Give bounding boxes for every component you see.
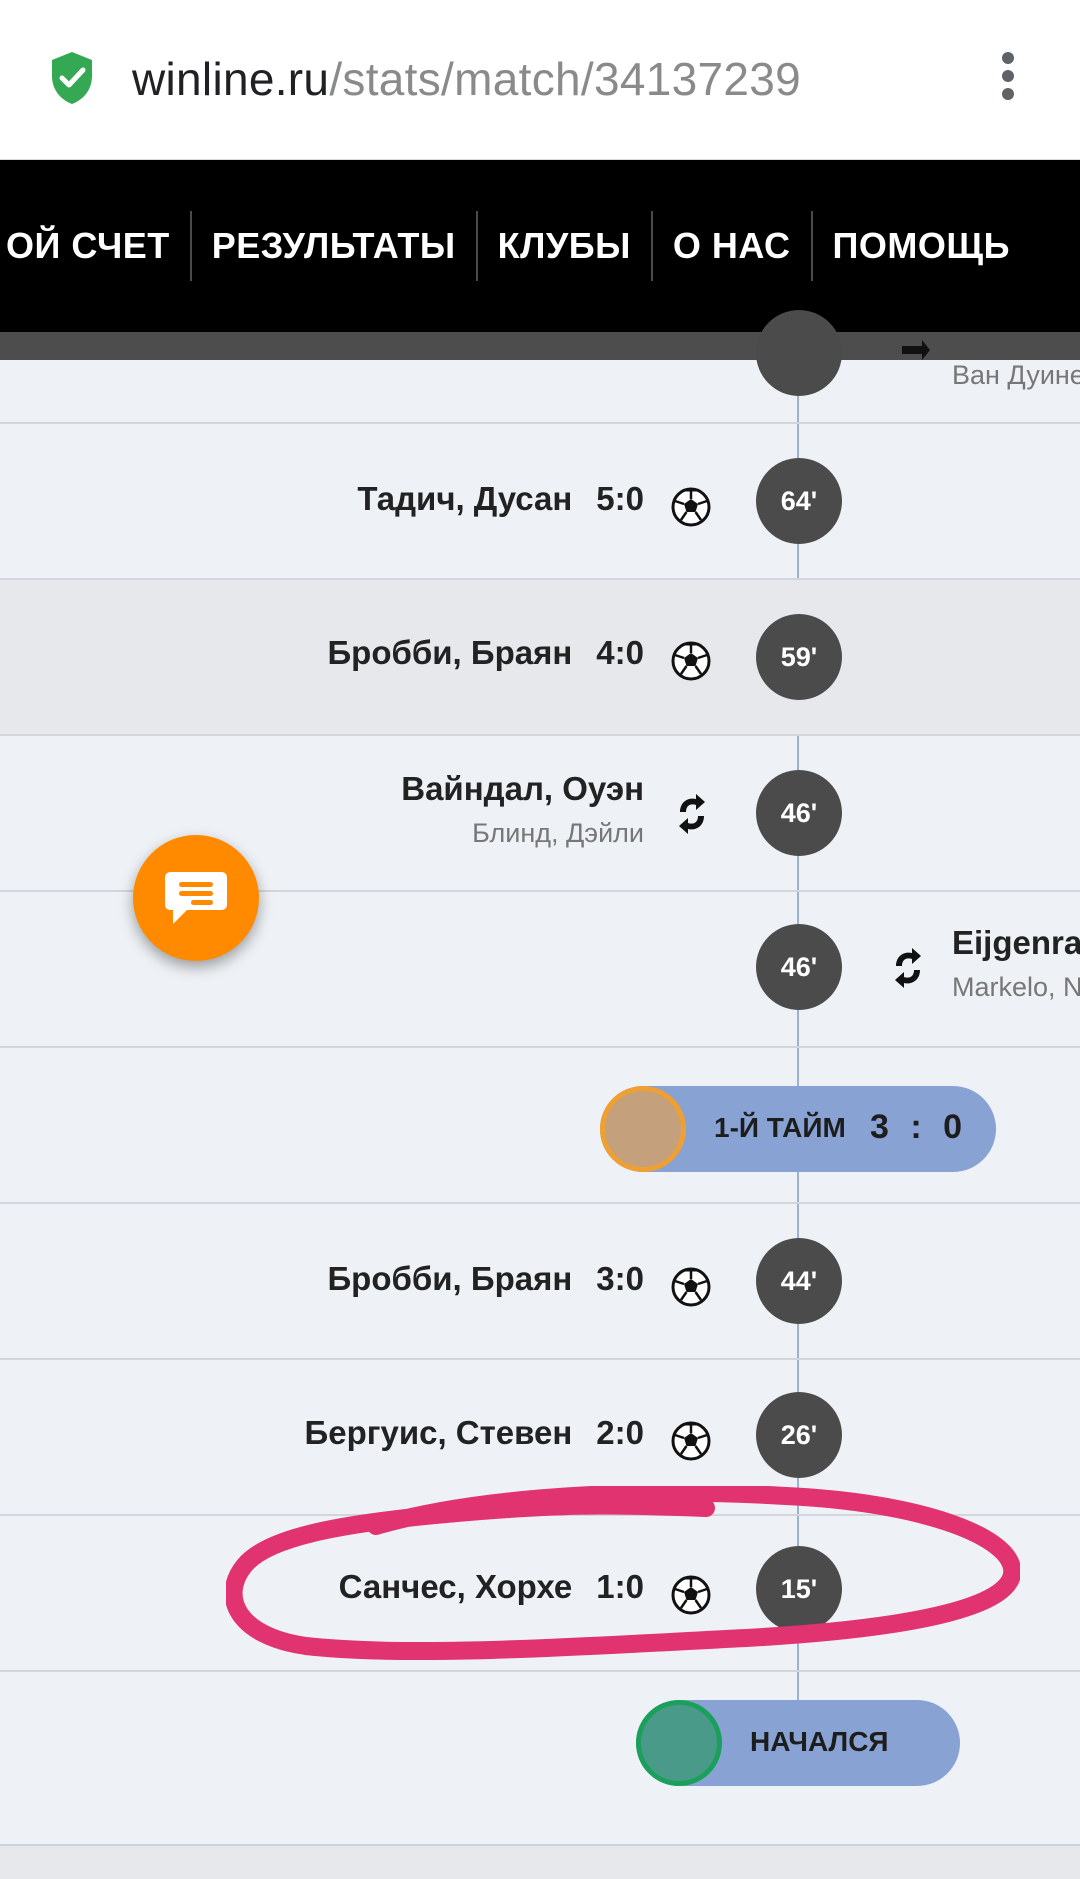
player-name: Санчес, Хорхе (338, 1568, 573, 1605)
substitution-icon (888, 946, 928, 990)
soccer-ball-icon (670, 1266, 712, 1308)
nav-item-about[interactable]: О НАС (653, 160, 811, 332)
kickoff-label: НАЧАЛСЯ (750, 1726, 889, 1757)
halftime-pill: 1-Й ТАЙМ 3 : 0 (600, 1086, 996, 1172)
event-score: 2:0 (596, 1414, 644, 1451)
halftime-away: 0 (943, 1108, 969, 1146)
minute-bubble: 15' (756, 1546, 842, 1632)
substitution-icon (902, 340, 930, 360)
minute-bubble: 44' (756, 1238, 842, 1324)
timeline-row[interactable]: Бергуис, Стевен 2:0 26' (0, 1360, 1080, 1516)
shield-check-icon (52, 52, 92, 104)
substitution-out-name: Ван Дуине (952, 360, 1080, 390)
event-player: Тадич, Дусан 5:0 (357, 480, 644, 518)
substitution-out-name: Блинд, Дэйли (472, 818, 644, 848)
minute-bubble: 64' (756, 458, 842, 544)
bottom-strip (0, 1844, 1080, 1879)
event-score: 4:0 (596, 634, 644, 671)
halftime-home: 3 (870, 1108, 895, 1146)
soccer-ball-icon (670, 640, 712, 682)
page: winline.ru/stats/match/34137239 ОЙ СЧЕТ … (0, 0, 1080, 1879)
nav-item-clubs[interactable]: КЛУБЫ (478, 160, 651, 332)
player-name: Бергуис, Стевен (304, 1414, 573, 1451)
match-timeline: Ван Дуине Тадич, Дусан 5:0 64' Бробби, Бр… (0, 310, 1080, 1844)
halftime-sep: : (910, 1108, 928, 1146)
event-player: Вайндал, Оуэн (401, 770, 644, 807)
minute-bubble: 26' (756, 1392, 842, 1478)
timeline-row[interactable]: Тадич, Дусан 5:0 64' (0, 424, 1080, 580)
timeline-row[interactable]: Бробби, Браян 4:0 59' (0, 580, 1080, 736)
halftime-indicator (600, 1086, 686, 1172)
timeline-row[interactable]: Санчес, Хорхе 1:0 15' (0, 1516, 1080, 1672)
timeline-row[interactable]: Бробби, Браян 3:0 44' (0, 1204, 1080, 1360)
halftime-row: 1-Й ТАЙМ 3 : 0 (0, 1048, 1080, 1204)
soccer-ball-icon (670, 1420, 712, 1462)
event-player: Eijgenraa (952, 924, 1080, 961)
event-player: Бергуис, Стевен 2:0 (305, 1414, 645, 1452)
substitution-out-name: Markelo, N (952, 972, 1080, 1002)
chat-icon (165, 872, 227, 924)
url-path: /stats/match/34137239 (329, 53, 802, 105)
kickoff-indicator (636, 1700, 722, 1786)
kebab-menu-icon[interactable] (992, 52, 1024, 104)
halftime-score: 3 : 0 (870, 1108, 968, 1147)
browser-url-bar[interactable]: winline.ru/stats/match/34137239 (0, 0, 1080, 160)
player-name: Тадич, Дусан (357, 480, 573, 517)
player-name: Бробби, Браян (327, 1260, 573, 1297)
url-host: winline.ru (132, 53, 330, 105)
event-score: 1:0 (596, 1568, 644, 1605)
nav-item-help[interactable]: ПОМОЩЬ (813, 160, 1030, 332)
url-text[interactable]: winline.ru/stats/match/34137239 (132, 48, 801, 110)
minute-bubble: 46' (756, 924, 842, 1010)
minute-bubble: 46' (756, 770, 842, 856)
event-score: 5:0 (596, 480, 644, 517)
event-player: Бробби, Браян 3:0 (327, 1260, 644, 1298)
soccer-ball-icon (670, 1574, 712, 1616)
halftime-label: 1-Й ТАЙМ (714, 1112, 846, 1143)
nav-item-score[interactable]: ОЙ СЧЕТ (0, 160, 190, 332)
chat-button[interactable] (133, 835, 259, 961)
substitution-icon (672, 792, 712, 836)
event-player: Бробби, Браян 4:0 (327, 634, 644, 672)
timeline-row: Ван Дуине (0, 310, 1080, 424)
kickoff-pill: НАЧАЛСЯ (636, 1700, 960, 1786)
kickoff-row: НАЧАЛСЯ (0, 1672, 1080, 1844)
player-name: Бробби, Браян (327, 634, 573, 671)
nav-item-results[interactable]: РЕЗУЛЬТАТЫ (192, 160, 476, 332)
main-nav: ОЙ СЧЕТ РЕЗУЛЬТАТЫ КЛУБЫ О НАС ПОМОЩЬ (0, 160, 1080, 332)
event-score: 3:0 (596, 1260, 644, 1297)
event-player: Санчес, Хорхе 1:0 (339, 1568, 644, 1606)
minute-bubble (756, 310, 842, 396)
minute-bubble: 59' (756, 614, 842, 700)
soccer-ball-icon (670, 486, 712, 528)
